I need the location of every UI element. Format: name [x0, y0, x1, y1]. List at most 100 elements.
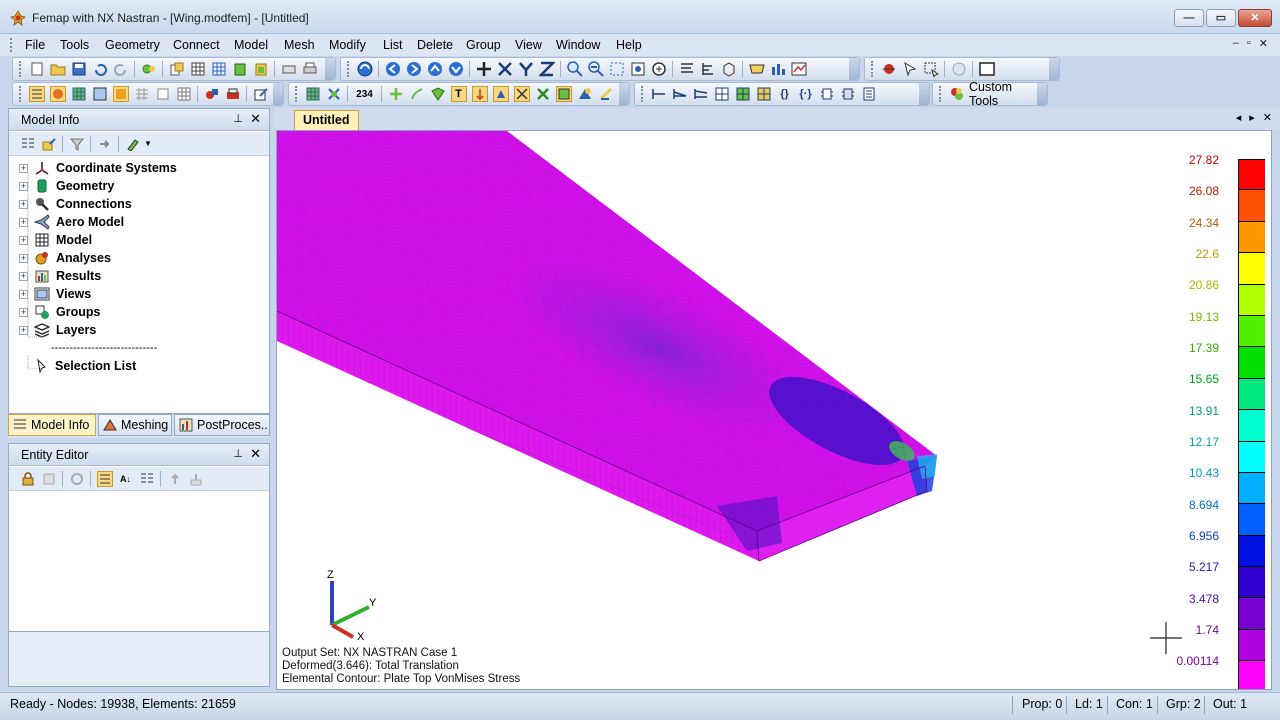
close-button[interactable]: ✕ [1238, 9, 1272, 27]
table-icon[interactable] [176, 86, 192, 102]
undo-icon[interactable] [92, 61, 108, 77]
render-options-icon[interactable] [748, 61, 765, 77]
properties-icon[interactable] [139, 471, 155, 487]
pick-icon[interactable] [902, 61, 918, 77]
edit-icon[interactable] [253, 86, 269, 102]
tree-item-selection-list[interactable]: Selection List [33, 357, 136, 375]
visibility-node-icon[interactable] [651, 86, 667, 102]
menu-tools[interactable]: Tools [56, 36, 93, 54]
open-icon[interactable] [50, 61, 66, 77]
status-constraint[interactable]: Con: 1 [1116, 697, 1153, 711]
mesh-copy-icon[interactable] [190, 61, 206, 77]
zoom-in-icon[interactable] [566, 61, 583, 77]
view-select-icon[interactable] [679, 61, 695, 77]
constraint-icon[interactable] [492, 86, 509, 102]
list-options-icon[interactable] [861, 86, 877, 102]
coord-toggle-icon[interactable] [598, 86, 614, 102]
status-group[interactable]: Grp: 2 [1166, 697, 1201, 711]
status-output[interactable]: Out: 1 [1213, 697, 1247, 711]
import-icon[interactable] [167, 471, 183, 487]
menu-view[interactable]: View [511, 36, 546, 54]
menu-mesh[interactable]: Mesh [280, 36, 319, 54]
component-icon[interactable] [819, 86, 835, 102]
tab-untitled[interactable]: Untitled [294, 110, 359, 130]
mesh-display-icon[interactable] [71, 86, 87, 102]
toolbar-grip[interactable] [871, 61, 874, 77]
element-icon[interactable] [155, 86, 171, 102]
categorized-icon[interactable] [96, 470, 113, 487]
toolbar-overflow[interactable] [325, 58, 335, 80]
view-style-icon[interactable] [112, 86, 129, 102]
rotate-down-icon[interactable] [448, 61, 464, 77]
pin-icon[interactable]: ⊥ [233, 447, 243, 460]
toolbar-grip[interactable] [295, 86, 298, 102]
menu-file[interactable]: File [21, 36, 49, 54]
visibility-surf-icon[interactable] [693, 86, 709, 102]
rebuild-icon[interactable] [141, 61, 157, 77]
toolbar-grip[interactable] [19, 86, 22, 102]
zoom-window-icon[interactable] [609, 61, 625, 77]
paste-special-icon[interactable] [253, 61, 269, 77]
mdi-restore-button[interactable]: ▫ [1247, 37, 1251, 50]
toolbar-overflow[interactable] [619, 83, 629, 105]
menu-grip[interactable] [10, 38, 13, 52]
menu-connect[interactable]: Connect [169, 36, 224, 54]
copy-entity-icon[interactable] [41, 471, 57, 487]
mdi-minimize-button[interactable]: – [1233, 37, 1239, 50]
post-data-icon[interactable] [770, 61, 786, 77]
rotate-right-icon[interactable] [406, 61, 422, 77]
number-toggle-icon[interactable]: 234 [354, 86, 376, 102]
status-prop[interactable]: Prop: 0 [1022, 697, 1062, 711]
tree-filter-icon[interactable] [69, 136, 85, 152]
visibility-grid-icon[interactable] [714, 86, 730, 102]
connection-icon[interactable] [513, 86, 530, 102]
print-icon[interactable] [302, 61, 318, 77]
femap-app-icon[interactable] [10, 10, 26, 26]
minimize-button[interactable]: — [1174, 9, 1204, 27]
magnify-icon[interactable] [651, 61, 667, 77]
surface-icon[interactable] [430, 86, 446, 102]
menu-delete[interactable]: Delete [413, 36, 457, 54]
deform-icon[interactable] [791, 61, 807, 77]
rotate-left-icon[interactable] [385, 61, 401, 77]
view-options-icon[interactable] [28, 86, 45, 102]
entity-display-icon[interactable] [134, 86, 150, 102]
paste-icon[interactable] [232, 61, 248, 77]
rotate-up-icon[interactable] [427, 61, 443, 77]
refresh-icon[interactable] [69, 471, 85, 487]
load-icon[interactable] [471, 86, 488, 102]
chevron-down-icon[interactable]: ▼ [144, 139, 152, 148]
toolbar-overflow[interactable] [849, 58, 859, 80]
copy-icon[interactable] [169, 61, 185, 77]
pan-icon[interactable] [476, 61, 492, 77]
restore-button[interactable]: ▭ [1206, 9, 1236, 27]
toolbar-grip[interactable] [939, 86, 942, 102]
menu-geometry[interactable]: Geometry [101, 36, 164, 54]
scroll-right-icon[interactable]: ▸ [1249, 111, 1255, 124]
tree-move-icon[interactable] [97, 136, 113, 152]
toolbar-grip[interactable] [347, 61, 350, 77]
property-icon[interactable] [555, 86, 572, 102]
align-x-icon[interactable] [497, 61, 513, 77]
new-icon[interactable] [29, 61, 45, 77]
shaded-icon[interactable] [92, 86, 108, 102]
lock-icon[interactable] [20, 471, 36, 487]
toolbar-overflow[interactable] [1049, 58, 1059, 80]
custom-tools-label[interactable]: Custom Tools [969, 80, 1037, 108]
node-icon[interactable] [388, 86, 404, 102]
component-alt-icon[interactable] [840, 86, 856, 102]
text-icon[interactable]: T [450, 86, 467, 102]
redo-icon[interactable] [113, 61, 129, 77]
zoom-out-icon[interactable] [587, 61, 604, 77]
toolbar-overflow[interactable] [919, 83, 929, 105]
status-load[interactable]: Ld: 1 [1075, 697, 1103, 711]
select-entity-icon[interactable] [881, 61, 897, 77]
save-icon[interactable] [71, 61, 87, 77]
page-setup-icon[interactable] [281, 61, 297, 77]
mdi-close-button[interactable]: ✕ [1259, 37, 1268, 50]
close-document-icon[interactable]: ✕ [1263, 111, 1272, 124]
visibility-group-icon[interactable] [735, 86, 751, 102]
view-align-icon[interactable] [700, 61, 716, 77]
tab-meshing[interactable]: Meshing [98, 414, 172, 436]
tree-export-icon[interactable] [41, 136, 57, 152]
